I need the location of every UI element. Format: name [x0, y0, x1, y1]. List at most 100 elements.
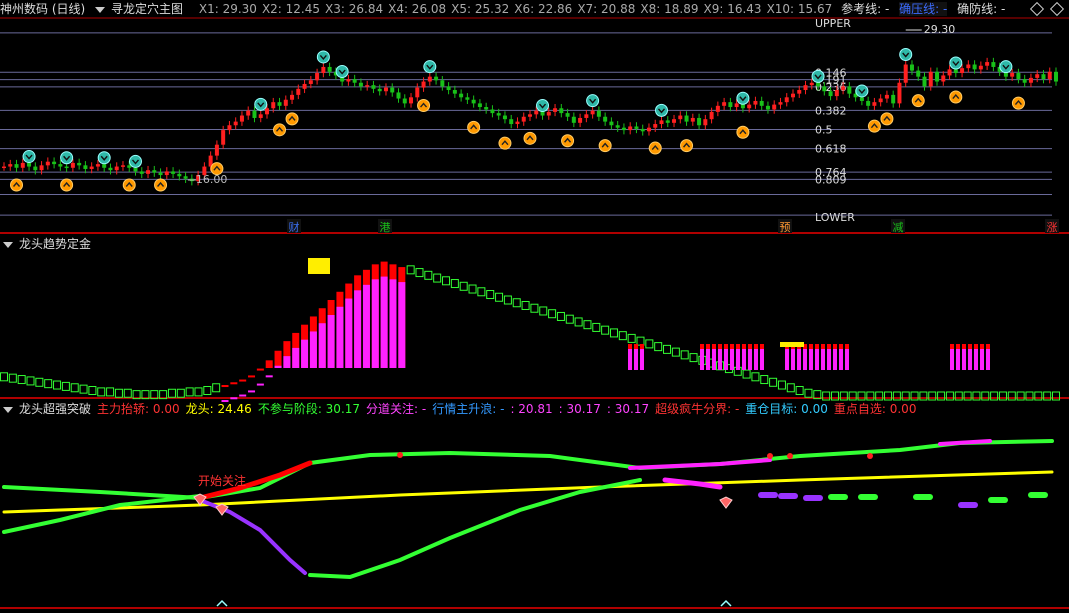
- candle-body: [966, 64, 971, 69]
- candle-body: [471, 99, 476, 104]
- candle-body: [402, 98, 407, 104]
- trend-box: [53, 380, 62, 390]
- trend-box: [618, 331, 627, 341]
- dashed-segment: [858, 494, 878, 500]
- sell-marker-icon: [423, 60, 437, 74]
- candle-body: [446, 86, 451, 91]
- candle-body: [515, 121, 520, 125]
- trend-box: [17, 375, 26, 385]
- sell-marker-icon: [316, 50, 330, 64]
- momentum-cap: [760, 344, 764, 349]
- trend-bar: [309, 331, 317, 368]
- dashed-segment: [758, 492, 778, 498]
- upper-label: UPPER: [815, 17, 851, 30]
- candle-body: [709, 111, 714, 120]
- candle-body: [152, 170, 157, 173]
- trend-box: [574, 317, 583, 327]
- candle-body: [352, 79, 357, 83]
- trend-box: [450, 279, 459, 289]
- candle-body: [70, 162, 75, 168]
- buy-marker-icon: [598, 139, 612, 153]
- candle-body: [133, 167, 138, 172]
- candle-body: [64, 166, 69, 169]
- event-tag: 预: [780, 221, 791, 234]
- candle-body: [452, 90, 457, 94]
- candle-body: [565, 113, 570, 117]
- trend-bar: [221, 385, 229, 388]
- dashed-segment: [803, 495, 823, 501]
- candle-body: [978, 65, 983, 70]
- dashed-segment: [828, 494, 848, 500]
- trend-box: [556, 311, 565, 321]
- trend-box: [742, 369, 751, 379]
- momentum-cap: [962, 344, 966, 349]
- bottom-caret-icon: [720, 599, 732, 607]
- candle-body: [884, 94, 889, 99]
- sell-marker-icon: [60, 151, 74, 165]
- momentum-cap: [821, 344, 825, 349]
- momentum-bar: [748, 348, 752, 370]
- dashed-segment: [778, 493, 798, 499]
- momentum-cap: [986, 344, 990, 349]
- trend-box: [8, 373, 17, 383]
- trend-box: [114, 388, 123, 398]
- candle-body: [365, 85, 370, 87]
- trend-box: [459, 281, 468, 291]
- candle-body: [465, 97, 470, 100]
- candle-body: [734, 103, 739, 108]
- candle-body: [346, 79, 351, 82]
- trend-box: [521, 300, 530, 310]
- trend-bar: [362, 284, 370, 368]
- trend-bar: [371, 279, 379, 368]
- momentum-bar: [760, 348, 764, 370]
- trend-box: [769, 377, 778, 387]
- momentum-cap: [833, 344, 837, 349]
- lower-label: LOWER: [815, 211, 855, 224]
- trend-box: [795, 386, 804, 396]
- candle-body: [158, 172, 163, 176]
- trend-box: [654, 342, 663, 352]
- trend-bar: [274, 365, 282, 368]
- trend-bar: [256, 368, 264, 371]
- momentum-cap: [706, 344, 710, 349]
- candle-body: [816, 82, 821, 87]
- low-label: 16.00: [196, 173, 228, 186]
- candle-body: [791, 93, 795, 98]
- candle-body: [872, 102, 877, 106]
- buy-marker-icon: [154, 178, 168, 192]
- candle-body: [697, 117, 702, 126]
- candle-body: [58, 164, 63, 167]
- candle-body: [327, 66, 332, 72]
- candle-body: [659, 120, 664, 125]
- candle-body: [841, 86, 846, 91]
- buy-marker-icon: [523, 131, 537, 145]
- momentum-bar: [986, 348, 990, 370]
- candle-body: [747, 104, 752, 109]
- candle-body: [102, 164, 107, 168]
- candle-body: [89, 166, 94, 169]
- candle-body: [678, 115, 683, 120]
- trend-bar: [248, 375, 256, 378]
- sell-marker-icon: [949, 56, 963, 70]
- signal-dot: [397, 452, 403, 458]
- candle-body: [427, 76, 432, 82]
- trend-bar: [265, 375, 273, 378]
- sell-marker-icon: [899, 48, 913, 62]
- candle-body: [521, 116, 526, 122]
- event-tag: 涨: [1047, 221, 1058, 234]
- trend-box: [424, 270, 433, 280]
- buy-marker-icon: [210, 162, 224, 176]
- candle-body: [828, 91, 833, 97]
- candle-body: [722, 102, 727, 106]
- candle-body: [1047, 71, 1052, 80]
- trend-bar: [318, 323, 326, 368]
- momentum-bar: [815, 348, 819, 370]
- momentum-bar: [839, 348, 843, 370]
- momentum-cap: [628, 344, 632, 349]
- candle-body: [935, 71, 940, 82]
- candle-body: [246, 110, 251, 116]
- momentum-bar: [833, 348, 837, 370]
- trend-box: [44, 379, 53, 389]
- candle-body: [283, 99, 288, 106]
- trend-bar: [239, 379, 247, 382]
